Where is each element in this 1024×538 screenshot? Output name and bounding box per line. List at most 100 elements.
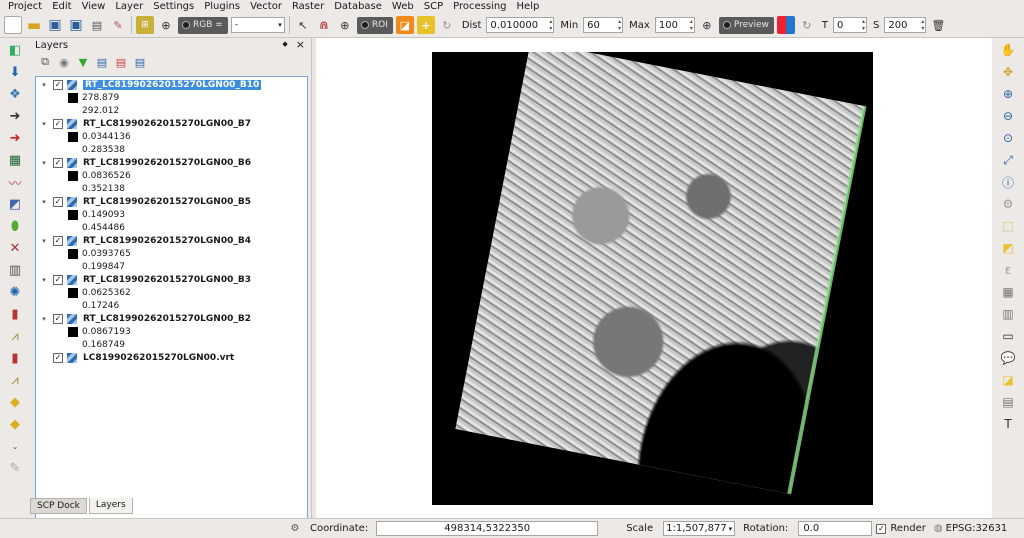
deselect-icon[interactable]: ◩ — [998, 239, 1018, 257]
add-delimited-text-icon[interactable]: ✕ — [4, 238, 26, 258]
layer-row[interactable]: ▾ ✓ RT_LC81990262015270LGN00_B6 — [36, 156, 307, 169]
redo-preview-icon[interactable]: ↻ — [798, 16, 816, 34]
layer-visibility-checkbox[interactable]: ✓ — [53, 79, 63, 90]
render-checkbox[interactable]: ✓ — [876, 523, 887, 534]
scp-toolbar-icon[interactable]: ⊞ — [136, 16, 154, 34]
chart-icon[interactable]: ▮ — [4, 304, 26, 324]
min-spinbox[interactable]: 60 — [583, 17, 624, 33]
float-panel-icon[interactable]: ◆ — [282, 40, 287, 50]
transparency-spinbox[interactable]: 0 — [833, 17, 868, 33]
zoom-full-icon[interactable]: ⤢ — [998, 151, 1018, 169]
save-as-icon[interactable]: ▣ — [67, 16, 85, 34]
crs-label[interactable]: EPSG:32631 — [946, 523, 1008, 534]
menu-scp[interactable]: SCP — [419, 0, 448, 13]
zoom-roi-icon[interactable]: ⊕ — [336, 16, 354, 34]
add-wfs-icon[interactable]: ⬮ — [4, 216, 26, 236]
text-annotation-icon[interactable]: T — [998, 415, 1018, 433]
pan-to-selection-icon[interactable]: ✥ — [998, 63, 1018, 81]
remove-layer-icon[interactable]: ▤ — [133, 53, 147, 71]
layer-visibility-checkbox[interactable]: ✓ — [53, 274, 63, 285]
add-vector-layer-icon[interactable]: ◧ — [4, 40, 26, 60]
layer-visibility-checkbox[interactable]: ✓ — [53, 118, 63, 129]
menu-raster[interactable]: Raster — [287, 0, 329, 13]
new-bookmark-icon[interactable]: ◪ — [998, 371, 1018, 389]
menu-project[interactable]: Project — [3, 0, 47, 13]
identify-icon[interactable]: ⓘ — [998, 173, 1018, 191]
filter-icon[interactable]: ▼ — [76, 53, 90, 71]
layer-row[interactable]: ▾ ✓ RT_LC81990262015270LGN00_B7 — [36, 117, 307, 130]
statistics-icon[interactable]: ▥ — [998, 305, 1018, 323]
measure-line-icon[interactable]: ▭ — [998, 327, 1018, 345]
zoom-preview-icon[interactable]: ⊕ — [698, 16, 716, 34]
zoom-in-icon[interactable]: ⊕ — [998, 85, 1018, 103]
add-spatialite-icon[interactable]: ➜ — [4, 106, 26, 126]
field-calculator-icon[interactable]: ε — [998, 261, 1018, 279]
pencil-icon[interactable]: ✎ — [4, 458, 26, 478]
rgb-toggle-button[interactable]: RGB = — [178, 16, 228, 34]
new-project-icon[interactable] — [4, 16, 22, 34]
crs-globe-icon[interactable]: ◍ — [934, 523, 943, 534]
redo-roi-icon[interactable]: ↻ — [438, 16, 456, 34]
measure-icon[interactable]: ▮ — [4, 348, 26, 368]
menu-layer[interactable]: Layer — [110, 0, 148, 13]
identify-settings-icon[interactable]: ⚙ — [998, 195, 1018, 213]
layer-row[interactable]: ▾ ✓ RT_LC81990262015270LGN00_B2 — [36, 312, 307, 325]
roi-polygon-icon[interactable]: ⋒ — [315, 16, 333, 34]
close-panel-icon[interactable]: × — [296, 39, 305, 50]
menu-settings[interactable]: Settings — [148, 0, 199, 13]
menu-edit[interactable]: Edit — [47, 0, 76, 13]
map-canvas[interactable] — [316, 38, 992, 518]
layer-visibility-checkbox[interactable]: ✓ — [53, 235, 63, 246]
style-manager-icon[interactable]: ⧉ — [38, 53, 52, 71]
attribute-table-icon[interactable]: ▦ — [998, 283, 1018, 301]
rotation-spinbox[interactable]: 0.0 — [798, 521, 873, 536]
add-roi-icon[interactable]: + — [416, 16, 435, 34]
dist-spinbox[interactable]: 0.010000 — [486, 17, 555, 33]
add-postgis-icon[interactable]: ❖ — [4, 84, 26, 104]
create-roi-icon[interactable]: ◪ — [395, 16, 414, 34]
expander-arrow-icon[interactable]: ▾ — [39, 237, 49, 245]
add-group-icon[interactable]: ◉ — [57, 53, 71, 71]
collapse-all-icon[interactable]: ▤ — [114, 53, 128, 71]
remove-temporary-icon[interactable]: 🗑 — [929, 16, 947, 34]
tab-layers[interactable]: Layers — [88, 498, 133, 514]
expander-arrow-icon[interactable]: ▾ — [39, 81, 49, 89]
expand-all-icon[interactable]: ▤ — [95, 53, 109, 71]
add-raster-layer-icon[interactable]: ⬇ — [4, 62, 26, 82]
menu-web[interactable]: Web — [387, 0, 419, 13]
expander-arrow-icon[interactable]: ▾ — [39, 159, 49, 167]
vrt-layer-checkbox[interactable]: ✓ — [53, 352, 63, 363]
expander-arrow-icon[interactable]: ▾ — [39, 276, 49, 284]
classification-preview-icon[interactable] — [776, 16, 795, 34]
message-log-icon[interactable]: ⚙ — [288, 523, 302, 534]
add-virtual-layer-icon[interactable]: ▥ — [4, 260, 26, 280]
add-wcs-icon[interactable]: ◩ — [4, 194, 26, 214]
edit-icon[interactable]: ✎ — [109, 16, 127, 34]
expander-arrow-icon[interactable]: ▾ — [39, 120, 49, 128]
menu-database[interactable]: Database — [329, 0, 387, 13]
more-chevron-icon[interactable]: ⌄ — [4, 436, 26, 456]
digitize-icon[interactable]: ⩘ — [4, 370, 26, 390]
roi-toggle-button[interactable]: ROI — [356, 16, 393, 34]
size-spinbox[interactable]: 200 — [884, 17, 927, 33]
show-bookmarks-icon[interactable]: ▤ — [998, 393, 1018, 411]
save-project-icon[interactable]: ▣ — [46, 16, 64, 34]
layer-row[interactable]: ▾ ✓ RT_LC81990262015270LGN00_B3 — [36, 273, 307, 286]
add-feature-icon[interactable]: ◆ — [4, 392, 26, 412]
preview-toggle-button[interactable]: Preview — [718, 16, 774, 34]
zoom-out-icon[interactable]: ⊖ — [998, 107, 1018, 125]
layer-visibility-checkbox[interactable]: ✓ — [53, 313, 63, 324]
menu-view[interactable]: View — [77, 0, 111, 13]
print-composer-icon[interactable]: ▤ — [88, 16, 106, 34]
add-oracle-icon[interactable]: ▦ — [4, 150, 26, 170]
layer-row[interactable]: ▾ ✓ RT_LC81990262015270LGN00_B5 — [36, 195, 307, 208]
open-project-icon[interactable]: ▬ — [25, 16, 43, 34]
add-wms-icon[interactable]: 〰 — [4, 172, 26, 192]
coordinate-field[interactable]: 498314,5322350 — [376, 521, 599, 536]
max-spinbox[interactable]: 100 — [654, 17, 695, 33]
expander-arrow-icon[interactable]: ▾ — [39, 315, 49, 323]
menu-plugins[interactable]: Plugins — [199, 0, 245, 13]
layer-row[interactable]: ▾ ✓ RT_LC81990262015270LGN00_B10 — [36, 78, 307, 91]
add-mssql-icon[interactable]: ➜ — [4, 128, 26, 148]
layer-visibility-checkbox[interactable]: ✓ — [53, 157, 63, 168]
